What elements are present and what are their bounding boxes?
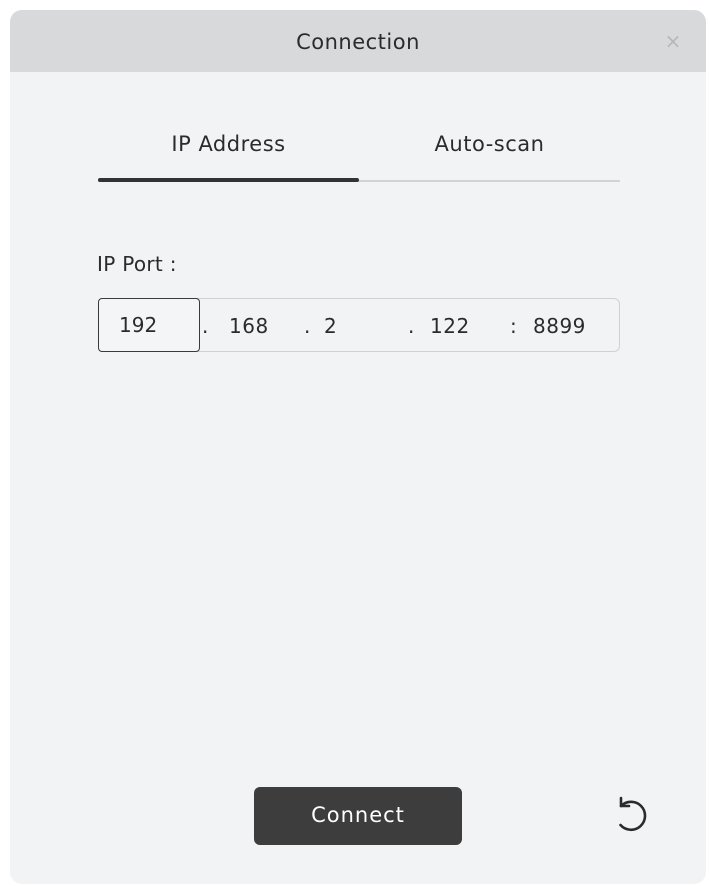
tab-auto-scan[interactable]: Auto-scan	[359, 110, 620, 178]
ip-dot-3: .	[408, 314, 415, 338]
title-bar: Connection ×	[10, 10, 706, 72]
close-icon[interactable]: ×	[662, 30, 684, 52]
ip-dot-2: .	[304, 314, 311, 338]
ip-octet-4-input[interactable]: 122	[430, 299, 470, 353]
ip-port-label: IP Port :	[97, 252, 177, 276]
port-colon: :	[510, 314, 518, 338]
tab-bar: IP Address Auto-scan	[98, 110, 620, 182]
ip-octet-2-input[interactable]: 168	[229, 299, 269, 353]
ip-port-field: 192 . 168 . 2 . 122 : 8899	[98, 298, 620, 352]
tab-ip-address[interactable]: IP Address	[98, 110, 359, 178]
dialog-title: Connection	[296, 30, 420, 54]
connection-dialog: Connection × IP Address Auto-scan IP Por…	[10, 10, 706, 884]
active-tab-indicator	[98, 178, 359, 182]
ip-octet-3-input[interactable]: 2	[324, 299, 337, 353]
port-input[interactable]: 8899	[533, 299, 586, 353]
refresh-icon[interactable]	[608, 792, 654, 838]
connect-button[interactable]: Connect	[254, 787, 462, 845]
ip-dot-1: .	[202, 314, 209, 338]
ip-octet-1-input[interactable]: 192	[98, 298, 200, 352]
